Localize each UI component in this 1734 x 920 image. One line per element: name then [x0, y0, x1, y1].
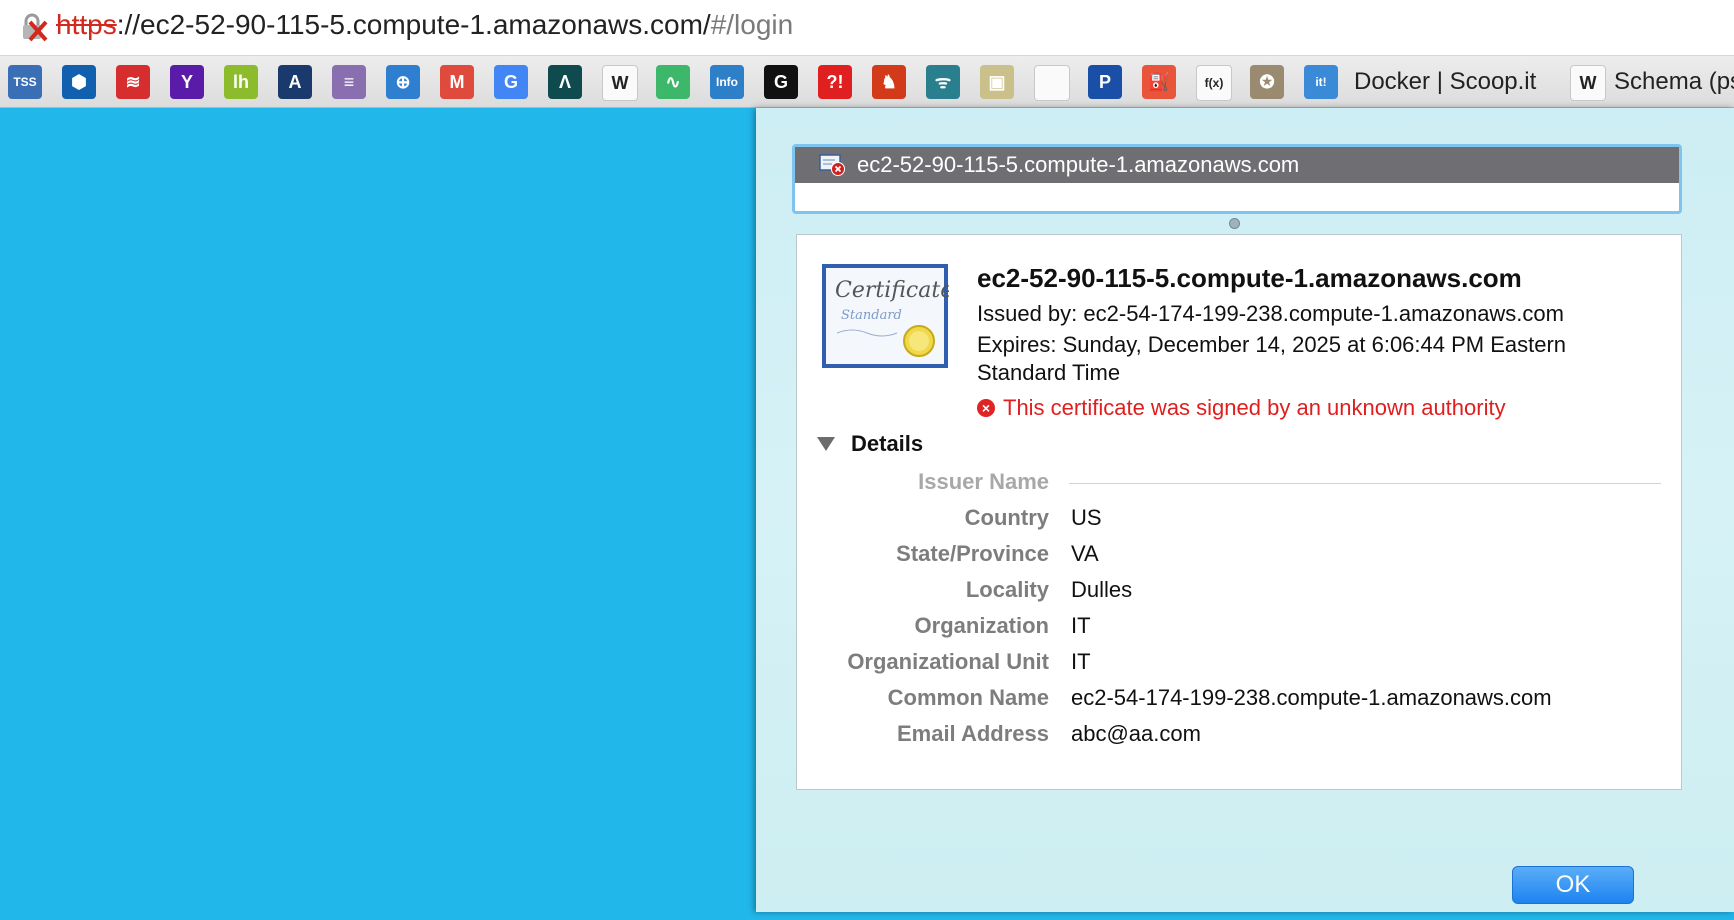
field-label: Locality	[965, 577, 1049, 602]
stripes-icon[interactable]: ≡	[332, 65, 366, 99]
certificate-list-item[interactable]: ec2-52-90-115-5.compute-1.amazonaws.com	[795, 147, 1679, 183]
bookmark-schema[interactable]: Schema (ps	[1614, 68, 1734, 96]
marine-emblem-icon[interactable]: ✪	[1250, 65, 1284, 99]
issuer-name-heading: Issuer Name	[918, 469, 1049, 494]
url-scheme: https	[56, 9, 117, 40]
poster-icon[interactable]: ▣	[980, 65, 1014, 99]
field-value: VA	[1071, 541, 1099, 566]
issuer-field-row: State/Province VA	[797, 541, 1683, 571]
issuer-name-section: Issuer Name	[797, 469, 1683, 499]
issuer-field-row: Common Name ec2-54-174-199-238.compute-1.…	[797, 685, 1683, 715]
error-text: This certificate was signed by an unknow…	[1003, 395, 1506, 420]
field-value: Dulles	[1071, 577, 1133, 602]
field-label: Email Address	[896, 721, 1049, 746]
certificate-sheet: ec2-52-90-115-5.compute-1.amazonaws.com …	[756, 108, 1734, 912]
certificate-error-message: × This certificate was signed by an unkn…	[977, 395, 1506, 421]
field-value: abc@aa.com	[1071, 721, 1201, 746]
g-black-icon[interactable]: G	[764, 65, 798, 99]
red-figure-icon[interactable]: ♞	[872, 65, 906, 99]
certificate-chain-list[interactable]: ec2-52-90-115-5.compute-1.amazonaws.com	[792, 144, 1682, 214]
section-divider	[1069, 483, 1661, 484]
wikipedia-schema-icon[interactable]: W	[1570, 65, 1606, 101]
issuer-field-row: Locality Dulles	[797, 577, 1683, 607]
lh-icon[interactable]: lh	[224, 65, 258, 99]
address-bar[interactable]: https://ec2-52-90-115-5.compute-1.amazon…	[0, 0, 1734, 56]
globe-target-icon[interactable]: ⊕	[386, 65, 420, 99]
url-path: #/login	[710, 9, 794, 40]
broken-lock-icon[interactable]	[18, 12, 48, 42]
google-icon[interactable]: G	[494, 65, 528, 99]
fuel-pump-icon[interactable]: ⛽	[1142, 65, 1176, 99]
details-label: Details	[851, 431, 924, 456]
field-value: IT	[1071, 613, 1091, 638]
field-value: ec2-54-174-199-238.compute-1.amazonaws.c…	[1071, 685, 1552, 710]
scoopit-icon[interactable]: it!	[1304, 65, 1338, 99]
field-label: Organizational Unit	[847, 649, 1049, 674]
expires-text: Expires: Sunday, December 14, 2025 at 6:…	[977, 332, 1567, 385]
issuer-field-row: Country US	[797, 505, 1683, 535]
bank-of-america-icon[interactable]: ≋	[116, 65, 150, 99]
blank-page-icon[interactable]	[1034, 65, 1070, 101]
field-value: US	[1071, 505, 1102, 530]
certificate-icon: Certificate Standard	[821, 263, 953, 369]
fx-icon[interactable]: f(x)	[1196, 65, 1232, 101]
zendesk-icon[interactable]: Λ	[548, 65, 582, 99]
issuer-field-row: Organizational Unit IT	[797, 649, 1683, 679]
issued-by-text: Issued by: ec2-54-174-199-238.compute-1.…	[977, 301, 1564, 326]
field-label: Country	[964, 505, 1049, 530]
tss-icon[interactable]: TSS	[8, 65, 42, 99]
green-swirl-icon[interactable]: ∿	[656, 65, 690, 99]
gmail-icon[interactable]: M	[440, 65, 474, 99]
field-value: IT	[1071, 649, 1091, 674]
field-label: Common Name	[887, 685, 1049, 710]
wikipedia-icon[interactable]: W	[602, 65, 638, 101]
certificate-error-icon	[819, 154, 845, 176]
ok-button[interactable]: OK	[1512, 866, 1634, 904]
issuer-field-row: Organization IT	[797, 613, 1683, 643]
error-x-icon: ×	[977, 399, 995, 417]
details-disclosure[interactable]: Details	[817, 431, 923, 457]
a-logo-icon[interactable]: A	[278, 65, 312, 99]
field-label: State/Province	[896, 541, 1049, 566]
disclosure-triangle-icon[interactable]	[817, 437, 835, 451]
certificate-list-label: ec2-52-90-115-5.compute-1.amazonaws.com	[857, 152, 1300, 177]
svg-text:Standard: Standard	[841, 308, 902, 323]
svg-text:Certificate: Certificate	[835, 278, 949, 303]
bookmark-docker-scoopit[interactable]: Docker | Scoop.it	[1354, 68, 1536, 96]
issuer-field-row: Email Address abc@aa.com	[797, 721, 1683, 751]
infoq-icon[interactable]: Info	[710, 65, 744, 99]
blue-p-icon[interactable]: P	[1088, 65, 1122, 99]
certificate-details-panel: Certificate Standard ec2-52-90-115-5.com…	[796, 234, 1682, 790]
field-label: Organization	[914, 613, 1049, 638]
bookmarks-bar: TSS ⬢ ≋ Ylh A ≡ ⊕ M G Λ W ∿ Info G?! ♞ ᯤ ▣ P ⛽ f(x) ✪ it! Dock…	[0, 56, 1734, 108]
splitter-handle[interactable]	[1229, 218, 1240, 229]
certificate-title: ec2-52-90-115-5.compute-1.amazonaws.com	[977, 263, 1522, 293]
url-text[interactable]: https://ec2-52-90-115-5.compute-1.amazon…	[56, 9, 793, 41]
url-host: ://ec2-52-90-115-5.compute-1.amazonaws.c…	[116, 9, 711, 40]
chase-icon[interactable]: ⬢	[62, 65, 96, 99]
people-icon[interactable]: ᯤ	[926, 65, 960, 99]
yahoo-icon[interactable]: Y	[170, 65, 204, 99]
exclaim-question-icon[interactable]: ?!	[818, 65, 852, 99]
